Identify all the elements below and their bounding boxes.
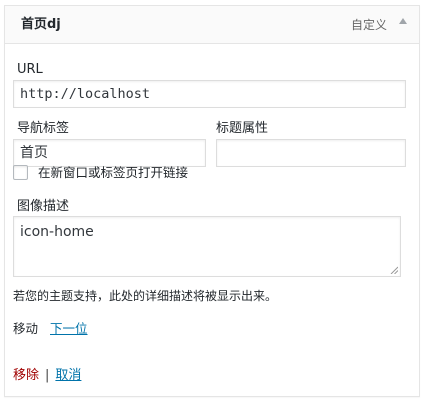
url-label: URL xyxy=(17,62,43,77)
nav-label-input-value: 首页 xyxy=(20,145,48,161)
cancel-link[interactable]: 取消 xyxy=(55,368,81,383)
collapse-arrow-icon[interactable] xyxy=(399,18,407,24)
image-desc-textarea[interactable]: icon-home xyxy=(13,216,401,277)
title-attr-input[interactable] xyxy=(216,139,406,167)
open-new-tab-label[interactable]: 在新窗口或标签页打开链接 xyxy=(38,165,188,181)
move-next-link[interactable]: 下一位 xyxy=(50,321,88,336)
menu-item-type: 自定义 xyxy=(350,18,387,32)
remove-link[interactable]: 移除 xyxy=(13,368,39,383)
title-attr-label: 标题属性 xyxy=(216,121,269,136)
move-label: 移动 xyxy=(13,321,39,336)
image-desc-label: 图像描述 xyxy=(17,199,70,214)
description-help-text: 若您的主题支持，此处的详细描述将被显示出来。 xyxy=(13,289,278,303)
move-row: 移动 下一位 xyxy=(13,321,88,337)
nav-label-label: 导航标签 xyxy=(17,121,70,136)
open-new-tab-checkbox[interactable] xyxy=(13,165,28,180)
url-input-value: http://localhost xyxy=(20,86,151,102)
image-desc-value: icon-home xyxy=(20,224,94,240)
menu-item-header[interactable]: 首页dj 自定义 xyxy=(5,6,419,44)
menu-item-title: 首页dj xyxy=(21,17,61,32)
url-input[interactable]: http://localhost xyxy=(13,80,406,108)
resize-handle-icon[interactable] xyxy=(390,266,398,274)
actions-separator: | xyxy=(45,368,50,383)
item-actions: 移除 | 取消 xyxy=(13,368,81,384)
nav-label-input[interactable]: 首页 xyxy=(13,139,206,167)
